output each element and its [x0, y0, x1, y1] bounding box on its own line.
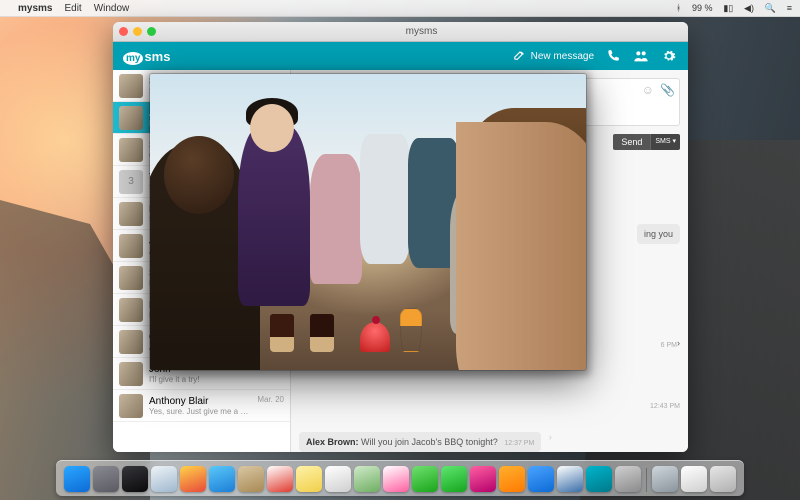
dock-launchpad-icon[interactable]: [93, 466, 119, 492]
new-message-button[interactable]: New message: [513, 49, 594, 63]
window-zoom-button[interactable]: [147, 27, 156, 36]
spotlight-icon[interactable]: 🔍: [765, 3, 776, 13]
menubar-item-window[interactable]: Window: [94, 3, 130, 14]
avatar: [119, 106, 143, 130]
photo-preview: [150, 74, 586, 370]
bluetooth-icon[interactable]: ᚼ: [676, 3, 681, 13]
dock-photos-icon[interactable]: [383, 466, 409, 492]
app-logo: mysms: [123, 49, 170, 64]
conversation-item[interactable]: Anthony BlairYes, sure. Just give me a c…: [113, 390, 290, 422]
chevron-right-icon[interactable]: ›: [545, 428, 555, 446]
window-titlebar[interactable]: mysms: [113, 22, 688, 42]
new-message-label: New message: [531, 51, 594, 62]
message-timestamp: 12:37 PM: [504, 440, 534, 447]
compose-icon: [513, 49, 527, 63]
avatar: [119, 202, 143, 226]
conversation-preview: Yes, sure. Just give me a call!: [149, 407, 251, 416]
avatar: [119, 138, 143, 162]
dock[interactable]: [56, 460, 744, 496]
volume-icon[interactable]: ◀): [744, 3, 754, 13]
dock-separator: [646, 468, 647, 492]
battery-icon[interactable]: ▮▯: [723, 3, 733, 13]
dock-downloads-icon[interactable]: [652, 466, 678, 492]
message-timestamp: 12:43 PM: [650, 403, 680, 410]
dock-mail-icon[interactable]: [209, 466, 235, 492]
dock-mysms-icon[interactable]: [586, 466, 612, 492]
dock-preview-icon[interactable]: [557, 466, 583, 492]
avatar: [119, 362, 143, 386]
message-timestamp: 6 PM: [661, 342, 677, 349]
dock-facetime-icon[interactable]: [441, 466, 467, 492]
window-close-button[interactable]: [119, 27, 128, 36]
dock-appstore-icon[interactable]: [528, 466, 554, 492]
dock-chrome-icon[interactable]: [180, 466, 206, 492]
menubar-right: ᚼ 99 % ▮▯ ◀) 🔍 ≡: [668, 3, 792, 14]
avatar: [119, 74, 143, 98]
desktop-wallpaper: mysms Edit Window ᚼ 99 % ▮▯ ◀) 🔍 ≡ mysms…: [0, 0, 800, 500]
conversation-date: Mar. 20: [257, 395, 284, 404]
menubar-extras-icon[interactable]: ≡: [787, 3, 792, 13]
menubar-app-name[interactable]: mysms: [18, 3, 52, 14]
message-fragment: ing you: [644, 229, 673, 239]
dock-reminders-icon[interactable]: [325, 466, 351, 492]
quicklook-overlay[interactable]: [150, 74, 586, 370]
avatar: [119, 298, 143, 322]
window-title: mysms: [161, 26, 682, 37]
window-minimize-button[interactable]: [133, 27, 142, 36]
message-bubble[interactable]: ing you: [637, 224, 680, 244]
contacts-icon[interactable]: [632, 47, 650, 65]
send-button[interactable]: Send: [613, 134, 650, 150]
call-icon[interactable]: [604, 47, 622, 65]
dock-finder-icon[interactable]: [64, 466, 90, 492]
logo-my: my: [123, 52, 143, 65]
dock-prefs-icon[interactable]: [615, 466, 641, 492]
chevron-right-icon[interactable]: ›: [677, 338, 680, 353]
dock-mission-icon[interactable]: [122, 466, 148, 492]
avatar: 3: [119, 170, 143, 194]
menubar-item-edit[interactable]: Edit: [64, 3, 81, 14]
emoji-icon[interactable]: ☺: [642, 83, 654, 97]
dock-documents-icon[interactable]: [681, 466, 707, 492]
logo-sms: sms: [144, 49, 170, 64]
message-sender: Alex Brown:: [306, 437, 359, 447]
app-toolbar: mysms New message: [113, 42, 688, 70]
send-mode-dropdown[interactable]: SMS ▾: [650, 134, 680, 150]
dock-contacts-icon[interactable]: [238, 466, 264, 492]
avatar: [119, 234, 143, 258]
dock-notes-icon[interactable]: [296, 466, 322, 492]
dock-maps-icon[interactable]: [354, 466, 380, 492]
dock-calendar-icon[interactable]: [267, 466, 293, 492]
attach-icon[interactable]: 📎: [660, 83, 675, 97]
avatar: [119, 394, 143, 418]
dock-messages-icon[interactable]: [412, 466, 438, 492]
battery-percent: 99 %: [692, 3, 713, 13]
message-text: Will you join Jacob's BBQ tonight?: [361, 437, 498, 447]
avatar: [119, 266, 143, 290]
dock-trash-icon[interactable]: [710, 466, 736, 492]
settings-gear-icon[interactable]: [660, 47, 678, 65]
message-bubble[interactable]: Alex Brown: Will you join Jacob's BBQ to…: [299, 432, 541, 452]
dock-ibooks-icon[interactable]: [499, 466, 525, 492]
dock-itunes-icon[interactable]: [470, 466, 496, 492]
dock-safari-icon[interactable]: [151, 466, 177, 492]
conversation-name: Anthony Blair: [149, 396, 251, 407]
avatar: [119, 330, 143, 354]
mac-menubar: mysms Edit Window ᚼ 99 % ▮▯ ◀) 🔍 ≡: [0, 0, 800, 17]
